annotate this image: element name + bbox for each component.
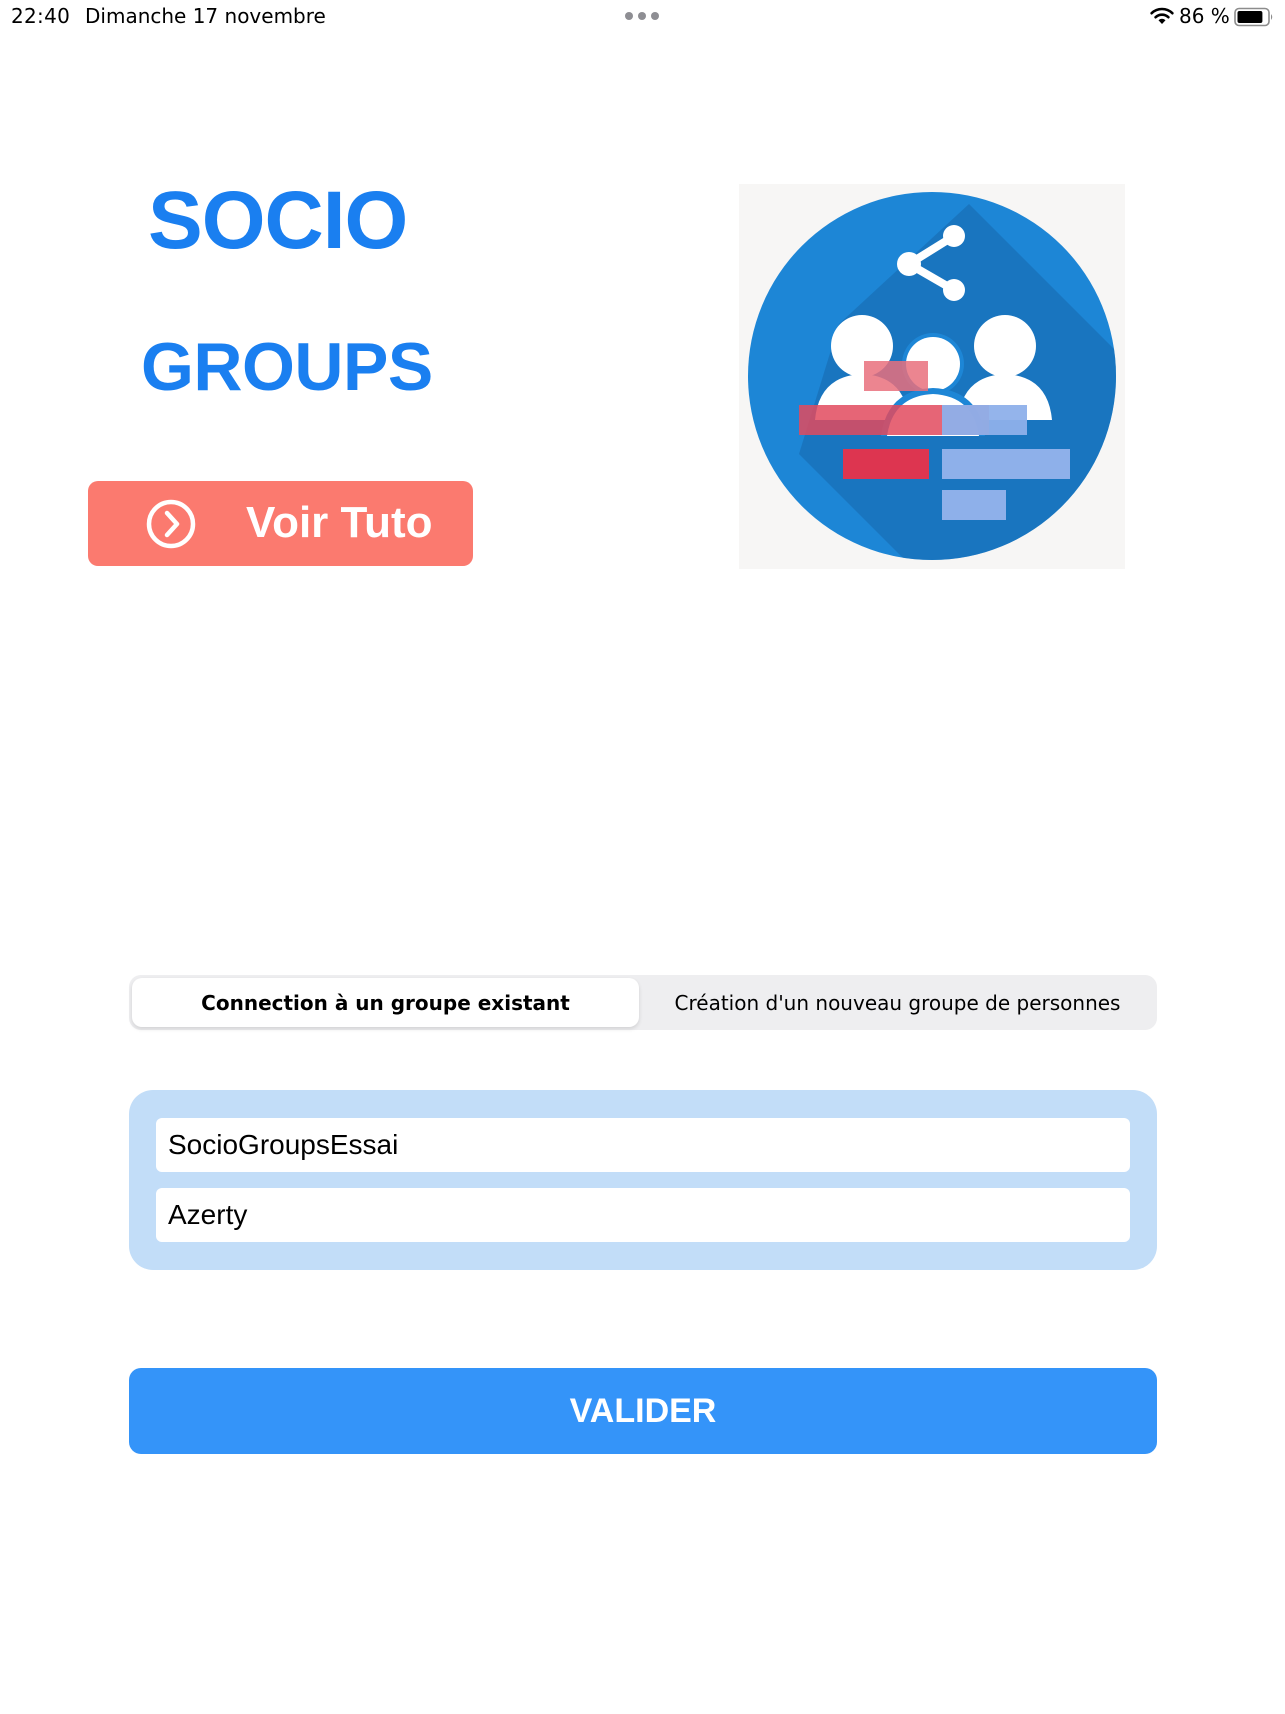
- brand-title-socio: SOCIO: [148, 175, 408, 266]
- chevron-right-circle-icon: [146, 499, 196, 549]
- mode-segmented-control: Connection à un groupe existant Création…: [129, 975, 1157, 1030]
- logo-graphic: [748, 192, 1116, 560]
- socio-groups-logo: [739, 184, 1125, 569]
- battery-percent: 86 %: [1179, 4, 1230, 28]
- credentials-panel: [129, 1090, 1157, 1270]
- status-bar: 22:40 Dimanche 17 novembre 86 %: [0, 0, 1285, 34]
- more-dots-icon[interactable]: [625, 12, 665, 22]
- validate-button[interactable]: VALIDER: [129, 1368, 1157, 1454]
- segment-connect-existing[interactable]: Connection à un groupe existant: [132, 978, 639, 1027]
- password-field[interactable]: [156, 1188, 1130, 1242]
- status-date: Dimanche 17 novembre: [85, 4, 326, 28]
- status-time: 22:40: [11, 4, 71, 28]
- brand-title-groups: GROUPS: [141, 329, 433, 405]
- segment-create-new[interactable]: Création d'un nouveau groupe de personne…: [641, 978, 1154, 1027]
- group-name-field[interactable]: [156, 1118, 1130, 1172]
- voir-tuto-label: Voir Tuto: [246, 498, 433, 547]
- battery-icon: [1234, 7, 1273, 27]
- wifi-icon: [1150, 7, 1174, 24]
- voir-tuto-button[interactable]: Voir Tuto: [88, 481, 473, 566]
